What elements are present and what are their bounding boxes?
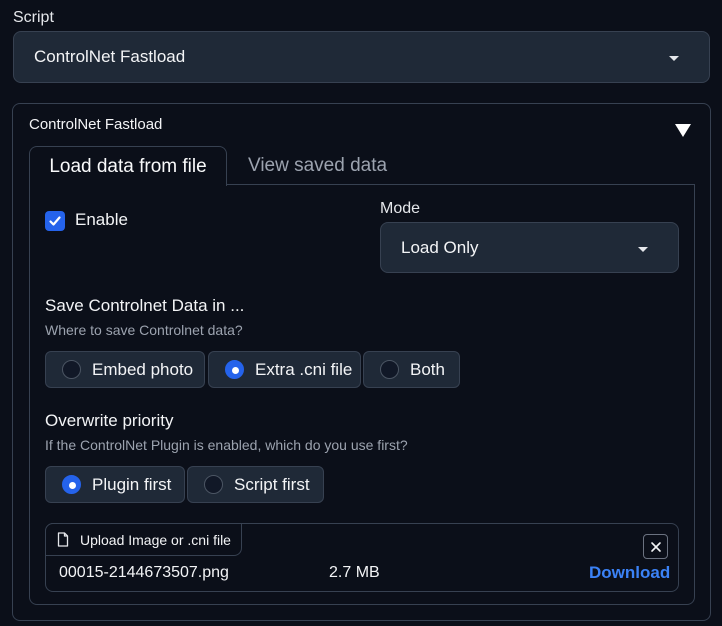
file-name: 00015-2144673507.png [59,564,229,581]
script-select[interactable]: ControlNet Fastload [13,31,710,83]
collapse-triangle-icon[interactable] [675,124,691,137]
radio-indicator [380,360,399,379]
radio-indicator-checked [62,475,81,494]
mode-selected-value: Load Only [401,237,479,257]
radio-embed-photo[interactable]: Embed photo [45,351,205,388]
tab-load-data-from-file[interactable]: Load data from file [29,146,227,186]
save-in-info: Where to save Controlnet data? [45,322,243,338]
enable-label: Enable [75,210,128,229]
mode-select[interactable]: Load Only [380,222,679,273]
file-icon [57,532,69,552]
radio-label: Embed photo [92,359,194,379]
save-in-title: Save Controlnet Data in ... [45,296,245,315]
radio-indicator [204,475,223,494]
file-upload-badge: Upload Image or .cni file [45,523,242,556]
chevron-down-icon [638,247,648,252]
file-upload-label: Upload Image or .cni file [80,531,231,548]
radio-indicator-checked [225,360,244,379]
enable-checkbox[interactable] [45,211,65,231]
radio-script-first[interactable]: Script first [187,466,324,503]
radio-plugin-first[interactable]: Plugin first [45,466,185,503]
radio-label: Both [410,359,445,379]
overwrite-title: Overwrite priority [45,411,174,430]
close-icon [650,541,661,552]
script-label: Script [13,9,54,26]
checkmark-icon [49,216,61,226]
radio-label: Extra .cni file [255,359,353,379]
chevron-down-icon [669,56,679,61]
mode-label: Mode [380,200,421,217]
download-link[interactable]: Download [589,563,670,583]
radio-extra-cni-file[interactable]: Extra .cni file [208,351,361,388]
clear-file-button[interactable] [643,534,668,559]
radio-label: Plugin first [92,474,172,494]
radio-indicator [62,360,81,379]
radio-both[interactable]: Both [363,351,460,388]
file-size: 2.7 MB [329,564,380,581]
radio-label: Script first [234,474,310,494]
script-selected-value: ControlNet Fastload [34,47,186,66]
accordion-title: ControlNet Fastload [29,116,163,133]
overwrite-info: If the ControlNet Plugin is enabled, whi… [45,437,408,453]
tab-view-saved-data[interactable]: View saved data [236,146,399,186]
